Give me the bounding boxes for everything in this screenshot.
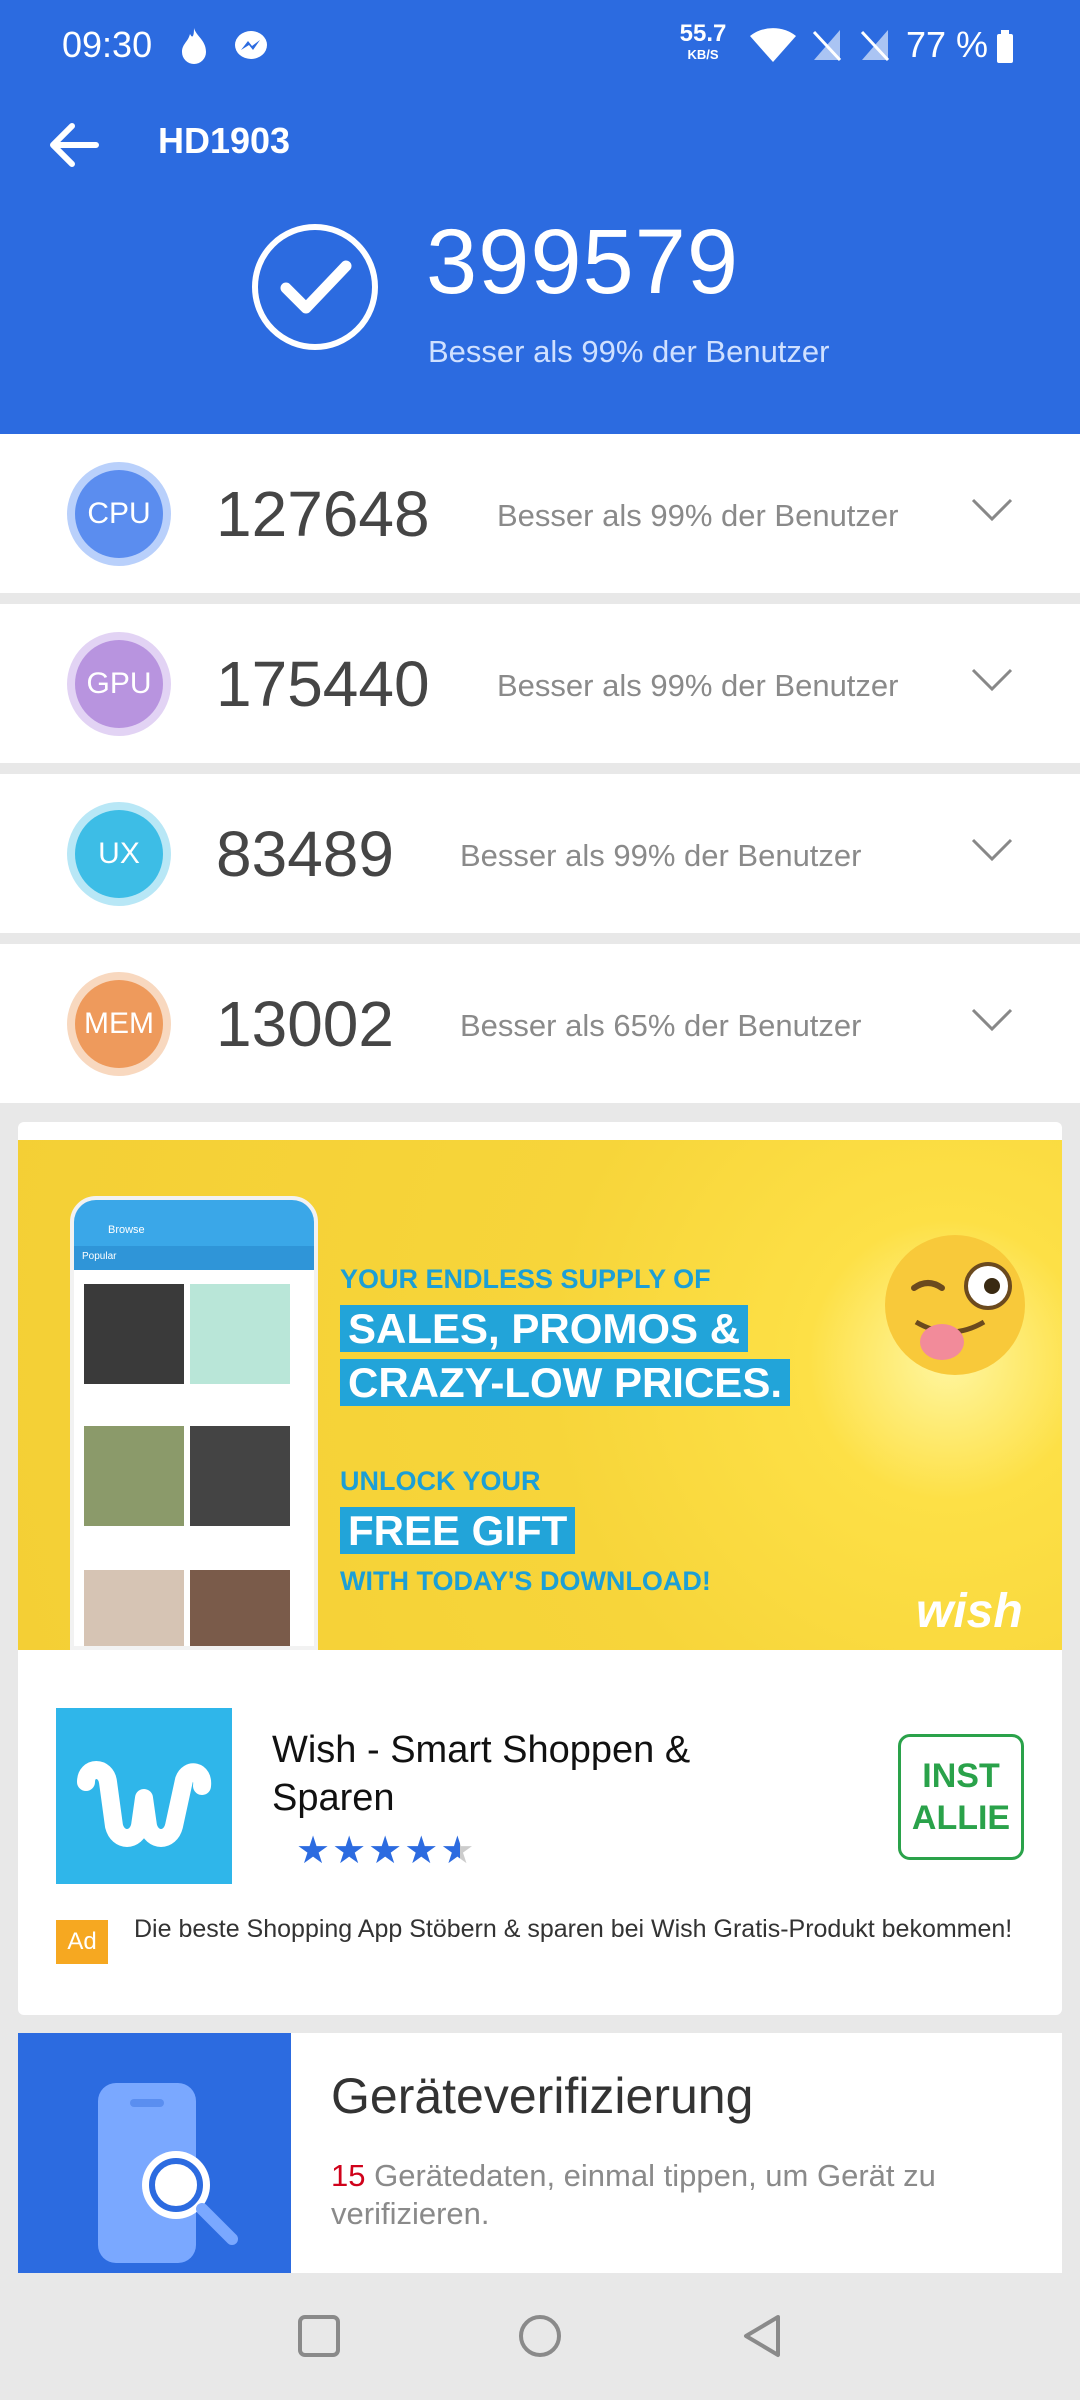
device-title: HD1903 (158, 120, 291, 161)
score-row-cpu[interactable]: CPU 127648 Besser als 99% der Benutzer (0, 434, 1080, 593)
verify-illustration (18, 2033, 291, 2273)
product-watch (190, 1570, 290, 1646)
home-icon[interactable] (513, 2309, 567, 2363)
star-icon: ★ (404, 1830, 441, 1872)
ad-app-name[interactable]: Wish - Smart Shoppen & Sparen (272, 1726, 772, 1822)
ux-badge: UX (67, 802, 171, 906)
banner-line-4: UNLOCK YOUR (340, 1466, 541, 1496)
ad-badge: Ad (56, 1920, 108, 1964)
battery-icon (997, 30, 1013, 63)
verify-title: Geräteverifizierung (331, 2068, 754, 2124)
total-score-subtitle: Besser als 99% der Benutzer (428, 334, 830, 369)
cpu-score: 127648 (216, 478, 430, 550)
banner-line-6: WITH TODAY'S DOWNLOAD! (340, 1566, 711, 1596)
ad-description: Die beste Shopping App Stöbern & sparen … (134, 1915, 1013, 1943)
ux-score: 83489 (216, 818, 394, 890)
gpu-score: 175440 (216, 648, 430, 720)
score-row-mem[interactable]: MEM 13002 Besser als 65% der Benutzer (0, 944, 1080, 1103)
product-cases (190, 1284, 290, 1384)
net-speed: 55.7 KB/S (679, 20, 727, 62)
star-icon: ★ (296, 1830, 333, 1872)
phone-mockup: Browse Popular (70, 1196, 318, 1650)
star-icon: ★ (368, 1830, 405, 1872)
gpu-badge: GPU (67, 632, 171, 736)
verify-count: 15 (331, 2158, 366, 2193)
score-row-gpu[interactable]: GPU 175440 Besser als 99% der Benutzer (0, 604, 1080, 763)
verify-description: 15 Gerätedaten, einmal tippen, um Gerät … (331, 2158, 936, 2231)
flame-icon (182, 28, 206, 64)
recents-icon[interactable] (292, 2309, 346, 2363)
ad-banner-image[interactable]: Browse Popular YOUR ENDLESS SUPPLY OF SA… (18, 1140, 1062, 1650)
app-bar: HD1903 (0, 96, 1080, 192)
total-score: 399579 (426, 211, 739, 313)
mem-score: 13002 (216, 988, 394, 1060)
score-row-ux[interactable]: UX 83489 Besser als 99% der Benutzer (0, 774, 1080, 933)
banner-line-3: CRAZY-LOW PRICES. (340, 1359, 791, 1406)
banner-line-2: SALES, PROMOS & (340, 1305, 749, 1352)
banner-line-1: YOUR ENDLESS SUPPLY OF (340, 1264, 711, 1294)
battery-percent: 77 % (906, 24, 989, 65)
star-half-icon: ★ (440, 1830, 477, 1872)
wish-brand-logo: wish (916, 1585, 1023, 1638)
no-sim-icon-2 (860, 30, 890, 62)
install-button[interactable]: INST ALLIE (898, 1734, 1024, 1860)
back-nav-icon[interactable] (736, 2309, 790, 2363)
product-wallet (84, 1284, 184, 1384)
banner-line-5: FREE GIFT (340, 1507, 576, 1554)
ux-note: Besser als 99% der Benutzer (460, 838, 862, 873)
no-sim-icon (812, 30, 842, 62)
rating-stars: ★★★★★ (296, 1828, 476, 1873)
product-shirt (84, 1570, 184, 1646)
wish-app-icon[interactable] (56, 1708, 232, 1884)
device-verification-card[interactable]: Geräteverifizierung 15 Gerätedaten, einm… (18, 2033, 1062, 2273)
mem-badge: MEM (67, 972, 171, 1076)
product-slicer (84, 1426, 184, 1526)
phone-tabs: Popular (74, 1246, 314, 1270)
check-circle-icon (252, 224, 378, 350)
chevron-down-icon[interactable] (970, 1006, 1014, 1034)
winking-emoji-icon (885, 1235, 1025, 1375)
messenger-icon (235, 31, 267, 59)
status-bar: 09:30 55.7 KB/S 77 % (0, 0, 1080, 96)
mem-note: Besser als 65% der Benutzer (460, 1008, 862, 1043)
ad-card[interactable]: Browse Popular YOUR ENDLESS SUPPLY OF SA… (18, 1122, 1062, 2015)
product-earbuds (190, 1426, 290, 1526)
wifi-icon (750, 28, 796, 62)
header: 09:30 55.7 KB/S 77 % HD1903 399579 Besse… (0, 0, 1080, 434)
cpu-badge: CPU (67, 462, 171, 566)
chevron-down-icon[interactable] (970, 836, 1014, 864)
chevron-down-icon[interactable] (970, 496, 1014, 524)
star-icon: ★ (332, 1830, 369, 1872)
phone-topbar: Browse (74, 1200, 314, 1246)
system-nav-bar (0, 2273, 1080, 2400)
status-time: 09:30 (62, 24, 153, 65)
phone-search-icon (98, 2083, 238, 2263)
chevron-down-icon[interactable] (970, 666, 1014, 694)
arrow-left-icon[interactable] (46, 120, 100, 170)
gpu-note: Besser als 99% der Benutzer (497, 668, 899, 703)
cpu-note: Besser als 99% der Benutzer (497, 498, 899, 533)
